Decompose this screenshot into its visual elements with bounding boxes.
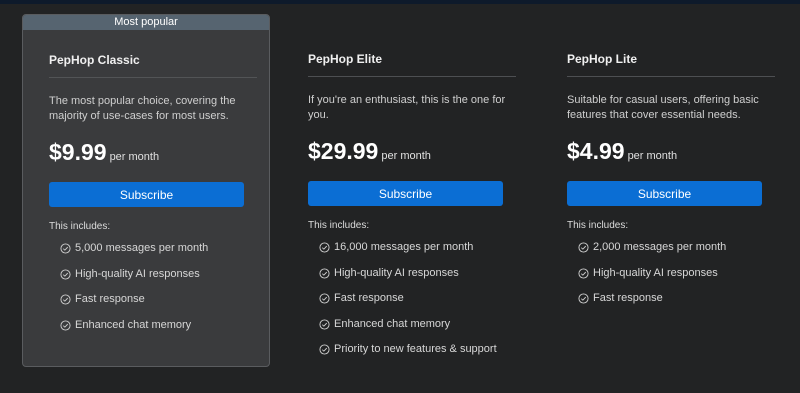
plan-name: PepHop Lite <box>567 52 638 66</box>
feature-item: 5,000 messages per month <box>60 242 208 268</box>
feature-item: Fast response <box>578 292 726 318</box>
plan-name: PepHop Classic <box>49 53 140 67</box>
feature-item: Enhanced chat memory <box>319 318 497 344</box>
plan-price: $4.99 <box>567 138 625 164</box>
feature-text: Enhanced chat memory <box>334 317 451 330</box>
price-period: per month <box>627 150 678 162</box>
feature-text: 16,000 messages per month <box>334 241 474 253</box>
most-popular-badge: Most popular <box>23 15 269 30</box>
includes-label: This includes: <box>567 220 629 231</box>
plan-description: If you're an enthusiast, this is the one… <box>308 94 506 121</box>
feature-text: 2,000 messages per month <box>593 241 727 253</box>
check-circle-icon <box>319 242 330 253</box>
check-circle-icon <box>60 268 71 280</box>
price-row: $29.99 per month <box>308 138 431 165</box>
feature-text: Fast response <box>75 293 145 305</box>
feature-item: High-quality AI responses <box>319 267 497 293</box>
plan-price: $29.99 <box>308 138 379 164</box>
price-period: per month <box>381 150 431 162</box>
plan-description: The most popular choice, covering the ma… <box>49 95 236 122</box>
feature-list: 2,000 messages per month High-quality AI… <box>578 241 726 318</box>
feature-item: High-quality AI responses <box>578 267 726 293</box>
feature-text: High-quality AI responses <box>334 266 459 279</box>
plan-card-elite: PepHop Elite If you're an enthusiast, th… <box>282 14 530 374</box>
feature-text: Enhanced chat memory <box>75 318 192 331</box>
feature-text: 5,000 messages per month <box>75 242 209 254</box>
feature-item: 16,000 messages per month <box>319 241 497 267</box>
divider <box>49 77 257 78</box>
plan-name: PepHop Elite <box>308 52 383 66</box>
check-circle-icon <box>60 294 71 305</box>
plan-card-lite: PepHop Lite Suitable for casual users, o… <box>541 14 789 374</box>
includes-label: This includes: <box>308 220 370 231</box>
feature-item: Fast response <box>319 292 497 318</box>
subscribe-button[interactable]: Subscribe <box>49 182 244 207</box>
check-circle-icon <box>60 243 71 254</box>
subscribe-button[interactable]: Subscribe <box>567 181 762 206</box>
plan-description: Suitable for casual users, offering basi… <box>567 94 759 121</box>
feature-item: High-quality AI responses <box>60 268 208 294</box>
divider <box>567 76 775 77</box>
check-circle-icon <box>578 293 589 304</box>
price-row: $9.99 per month <box>49 139 159 166</box>
feature-item: Priority to new features & support <box>319 343 497 369</box>
feature-text: Fast response <box>334 292 404 304</box>
subscribe-button[interactable]: Subscribe <box>308 181 503 206</box>
includes-label: This includes: <box>49 221 111 232</box>
plan-card-classic: Most popular PepHop Classic The most pop… <box>22 14 270 367</box>
feature-text: Fast response <box>593 292 663 304</box>
feature-text: Priority to new features & support <box>334 343 497 355</box>
top-bar <box>0 0 800 4</box>
price-row: $4.99 per month <box>567 138 677 165</box>
check-circle-icon <box>578 242 589 253</box>
feature-item: 2,000 messages per month <box>578 241 726 267</box>
price-period: per month <box>109 151 160 163</box>
feature-item: Fast response <box>60 293 208 319</box>
check-circle-icon <box>319 267 330 279</box>
check-circle-icon <box>60 319 71 331</box>
check-circle-icon <box>319 293 330 304</box>
check-circle-icon <box>578 267 589 279</box>
feature-list: 16,000 messages per month High-quality A… <box>319 241 497 369</box>
feature-item: Enhanced chat memory <box>60 319 208 345</box>
feature-list: 5,000 messages per month High-quality AI… <box>60 242 208 344</box>
feature-text: High-quality AI responses <box>75 267 200 280</box>
check-circle-icon <box>319 318 330 330</box>
divider <box>308 76 516 77</box>
check-circle-icon <box>319 344 330 355</box>
plan-price: $9.99 <box>49 139 107 165</box>
feature-text: High-quality AI responses <box>593 266 718 279</box>
